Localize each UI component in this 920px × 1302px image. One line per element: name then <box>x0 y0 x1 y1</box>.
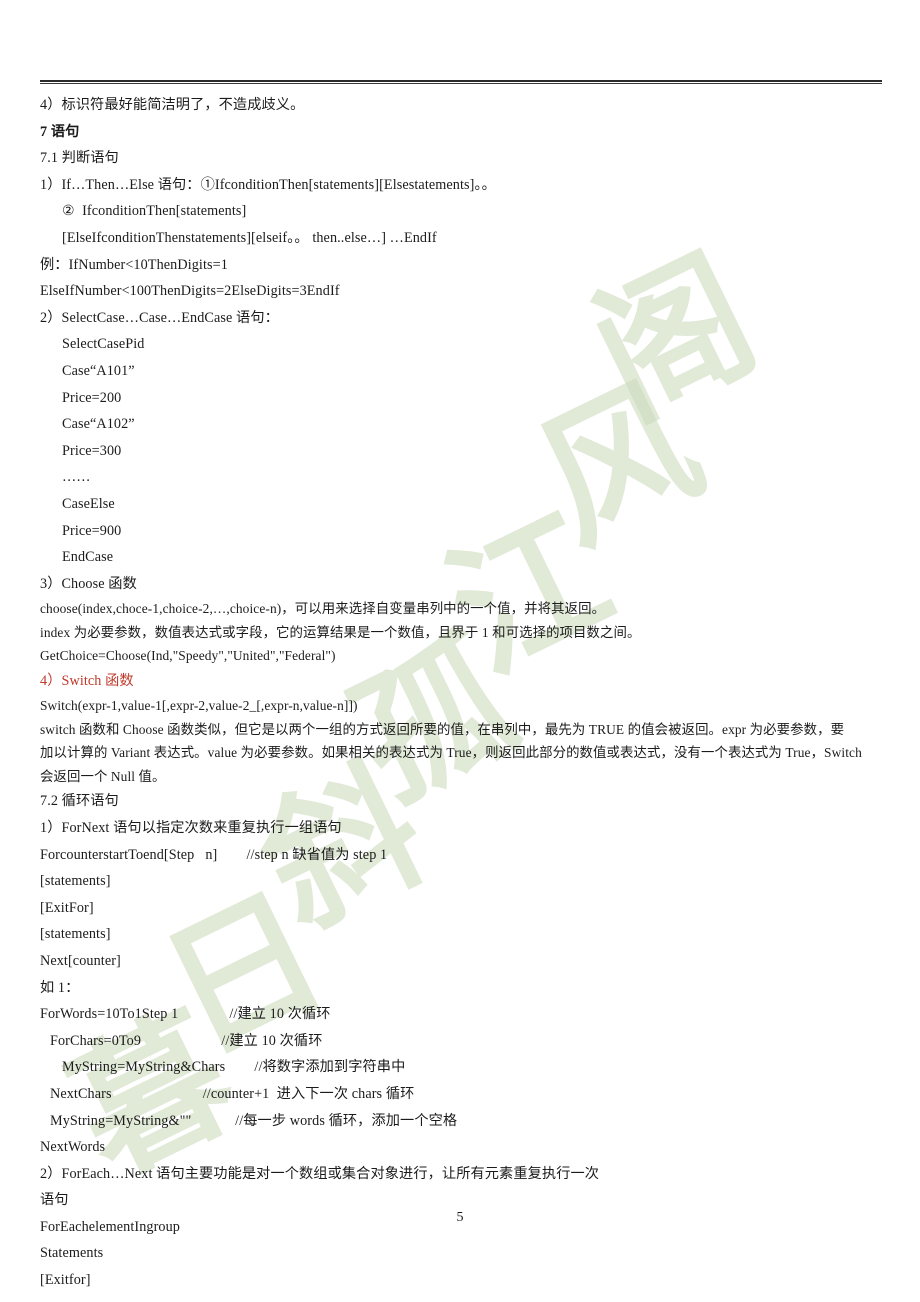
text-line: SelectCasePid <box>62 336 145 353</box>
text-line: Statements <box>40 1245 104 1262</box>
text-line: [ExitFor] <box>40 899 94 916</box>
text-line: 2）ForEach…Next 语句主要功能是对一个数组或集合对象进行，让所有元素… <box>40 1165 600 1182</box>
text-line: Price=900 <box>62 522 122 539</box>
text-line: …… <box>62 469 91 486</box>
text-line: Price=300 <box>62 442 122 459</box>
text-line: 加以计算的 Variant 表达式。value 为必要参数。如果相关的表达式为 … <box>40 745 862 761</box>
text-line: 1）ForNext 语句以指定次数来重复执行一组语句 <box>40 819 342 836</box>
text-line: [statements] <box>40 873 111 890</box>
text-line: 1）If…Then…Else 语句：①IfconditionThen[state… <box>40 176 496 193</box>
text-line: index 为必要参数，数值表达式或字段，它的运算结果是一个数值，且界于 1 和… <box>40 624 641 640</box>
text-line: Switch(expr-1,value-1[,expr-2,value-2_[,… <box>40 698 358 714</box>
text-line: [statements] <box>40 926 111 943</box>
text-line: CaseElse <box>62 495 115 512</box>
text-line: 4）Switch 函数 <box>40 672 134 689</box>
document-page: 阁 风 江 孤 斜 日 暮 4）标识符最好能简洁明了，不造成歧义。 7 语句 7.1… <box>0 0 920 1302</box>
header-separator-rule <box>40 80 882 84</box>
document-body: 4）标识符最好能简洁明了，不造成歧义。 7 语句 7.1 判断语句 1）If…Then… <box>40 92 885 1294</box>
text-line: 7 语句 <box>40 123 80 140</box>
text-line: MyString=MyString&Chars //将数字添加到字符串中 <box>62 1059 406 1076</box>
text-line: 7.2 循环语句 <box>40 793 119 810</box>
text-line: 例：IfNumber<10ThenDigits=1 <box>40 256 228 273</box>
text-line: ForChars=0To9 //建立 10 次循环 <box>50 1032 323 1049</box>
text-line: MyString=MyString&"" //每一步 words 循环，添加一个… <box>50 1112 458 1129</box>
text-line: Next[counter] <box>40 952 121 969</box>
text-line: ForWords=10To1Step 1 //建立 10 次循环 <box>40 1006 331 1023</box>
text-line: Case“A101” <box>62 362 135 379</box>
text-line: Case“A102” <box>62 416 135 433</box>
text-line: [ElseIfconditionThenstatements][elseif。。… <box>62 229 437 246</box>
text-line: 7.1 判断语句 <box>40 150 119 167</box>
text-line: NextWords <box>40 1139 106 1156</box>
header-rule-thin <box>40 83 882 84</box>
text-line: [Exitfor] <box>40 1272 91 1289</box>
text-line: GetChoice=Choose(Ind,"Speedy","United","… <box>40 648 336 664</box>
text-line: EndCase <box>62 549 114 566</box>
text-line: switch 函数和 Choose 函数类似，但它是以两个一组的方式返回所要的值… <box>40 721 845 737</box>
text-line: 4）标识符最好能简洁明了，不造成歧义。 <box>40 97 305 113</box>
text-line: 2）SelectCase…Case…EndCase 语句： <box>40 309 279 326</box>
text-line: choose(index,choce-1,choice-2,…,choice-n… <box>40 601 606 617</box>
text-line: Price=200 <box>62 389 122 406</box>
text-line: 如 1： <box>40 979 80 996</box>
text-line: 3）Choose 函数 <box>40 575 137 592</box>
text-line: ForcounterstartToend[Step n] //step n 缺省… <box>40 846 388 863</box>
text-line: ElseIfNumber<100ThenDigits=2ElseDigits=3… <box>40 283 340 300</box>
text-line: ② IfconditionThen[statements] <box>62 203 247 220</box>
text-line: NextChars //counter+1 进入下一次 chars 循环 <box>50 1085 415 1102</box>
text-line: 会返回一个 Null 值。 <box>40 768 166 784</box>
page-number: 5 <box>456 1210 464 1225</box>
